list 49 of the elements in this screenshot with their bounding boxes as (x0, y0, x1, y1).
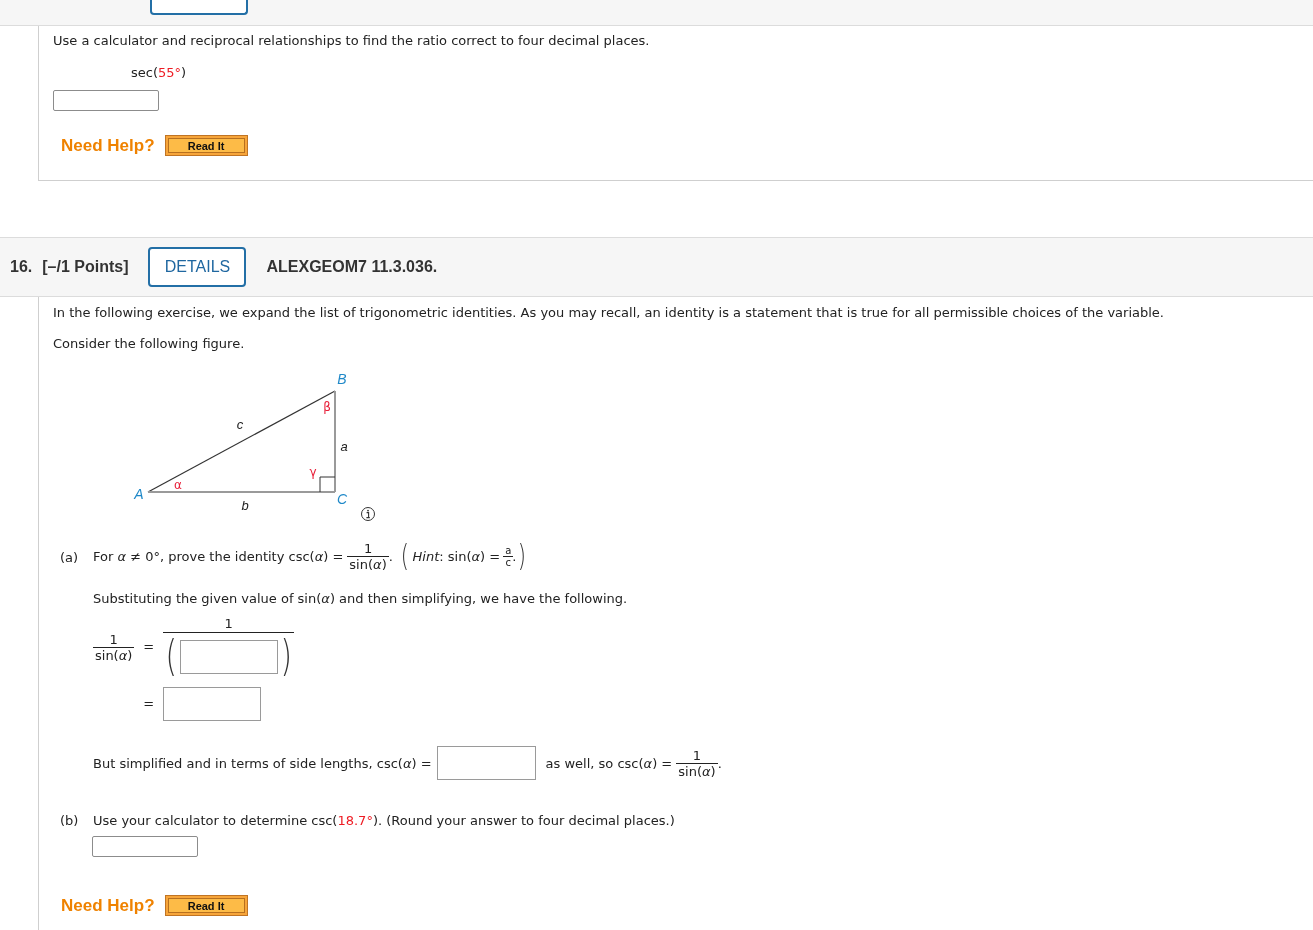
statement-text: For α ≠ 0°, prove the identity csc(α) = (93, 548, 344, 564)
read-it-button[interactable]: Read It (164, 895, 248, 916)
expression-text: sec(55°) (131, 65, 187, 80)
open-parenthesis: ( (400, 540, 409, 572)
question-number: 16. (10, 258, 33, 276)
vertex-label: C (336, 491, 348, 507)
need-help-label: Need Help? (61, 135, 155, 156)
fraction-numerator: 1 (362, 540, 374, 556)
hint-text: Hint: sin(α) = (412, 548, 501, 564)
period-text: . (388, 548, 393, 564)
step-text: Substituting the given value of sin(α) and then simplifying, we have the following. (93, 591, 628, 607)
equals-sign: = (143, 696, 155, 712)
details-button[interactable]: DETAILS (148, 247, 247, 287)
fraction-denominator: sin(α) (676, 762, 718, 779)
period-text: . (717, 755, 722, 771)
fraction-numerator: 1 (108, 631, 119, 647)
figure-caption: Consider the following figure. (53, 336, 246, 352)
equals-sign: = (143, 639, 155, 655)
points-label: [–/1 Points] (42, 258, 129, 276)
read-it-button[interactable]: Read It (164, 135, 248, 156)
answer-field[interactable] (436, 746, 536, 780)
conclusion-text: But simplified and in terms of side lengths, csc(α) = (93, 755, 432, 771)
fraction-numerator: 1 (691, 747, 703, 763)
answer-field[interactable] (163, 687, 262, 721)
answer-field[interactable] (53, 90, 159, 111)
question-text: Use your calculator to determine csc(18.7°). (Round your answer to four decimal places.) (93, 813, 675, 829)
part-label: (b) (60, 813, 80, 829)
period-text: . (512, 548, 517, 564)
fraction-denominator: sin(α) (93, 646, 135, 663)
open-parenthesis: ( (165, 636, 178, 678)
close-parenthesis: ) (518, 540, 527, 572)
close-parenthesis: ) (280, 636, 292, 678)
answer-field[interactable] (179, 640, 278, 674)
instruction-text: Use a calculator and reciprocal relationships to find the ratio correct to four decimal places. (53, 33, 651, 49)
answer-field[interactable] (92, 836, 198, 857)
question-code: ALEXGEOM7 11.3.036. (266, 258, 438, 276)
fraction-denominator: sin(α) (347, 555, 389, 572)
need-help-label: Need Help? (61, 895, 155, 916)
part-label: (a) (60, 550, 80, 566)
conclusion-text: as well, so csc(α) = (545, 755, 673, 771)
side-label: a (340, 438, 348, 454)
button-outline[interactable] (150, 0, 248, 15)
side-label: b (241, 497, 249, 513)
info-icon[interactable] (361, 507, 375, 521)
intro-text: In the following exercise, we expand the list of trigonometric identities. As you may recall, an identity is a statement that is true for all permissible choices of the variable. (53, 305, 1165, 321)
fraction-numerator: 1 (223, 616, 234, 632)
fraction-numerator: a (504, 544, 513, 556)
vertex-label: A (134, 486, 144, 502)
vertex-label: B (337, 371, 347, 387)
